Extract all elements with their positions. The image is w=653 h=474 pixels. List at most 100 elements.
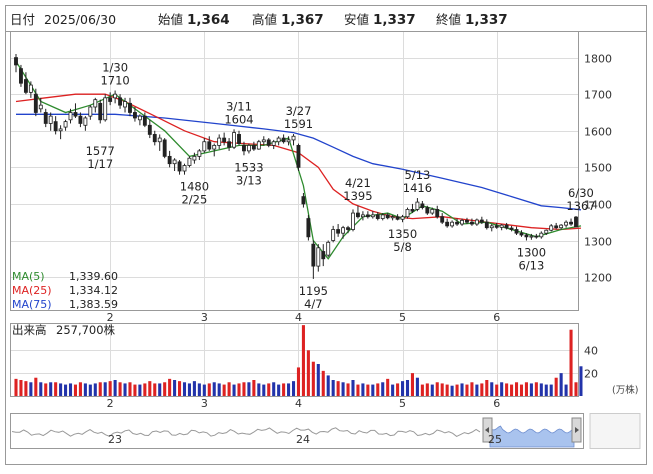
price-tick-label: 1700 [584, 89, 612, 102]
annotation-value: 1533 [234, 160, 263, 174]
volume-bar [287, 383, 291, 396]
candle-body-down [569, 221, 573, 225]
candle [14, 53, 18, 73]
volume-bar [490, 382, 494, 396]
candle [405, 207, 410, 219]
volume-bar [108, 381, 112, 396]
annotation-date: 6/13 [518, 259, 544, 273]
volume-bar [187, 383, 191, 396]
month-tick-label: 3 [201, 397, 208, 410]
candle-body-up [380, 214, 385, 219]
volume-bar [148, 381, 152, 396]
candle-body-down [311, 243, 316, 267]
candle-body-up [544, 229, 549, 234]
candle [217, 134, 222, 150]
volume-bar [247, 382, 251, 396]
volume-tick-label: 40 [584, 345, 598, 358]
candle-body-up [113, 93, 118, 99]
candle-body-down [484, 221, 489, 229]
candle-body-up [58, 128, 63, 132]
volume-tick-label: 20 [584, 368, 598, 381]
open-label: 始値 [158, 12, 183, 27]
annotation-date: 3/11 [226, 99, 252, 113]
candle [88, 105, 93, 120]
volume-bar [396, 383, 400, 396]
candle [261, 136, 266, 146]
volume-bar [524, 382, 528, 396]
candle [474, 218, 479, 226]
volume-bar [371, 384, 375, 396]
candle-body-up [261, 139, 266, 143]
volume-bar [420, 384, 424, 396]
range-navigator[interactable]: 23 24 25 [10, 413, 641, 449]
candle [296, 143, 301, 171]
volume-bar [346, 383, 350, 396]
candle-body-up [212, 144, 217, 150]
candle-body-up [499, 224, 504, 228]
annotation-value: 1416 [403, 181, 432, 195]
high-label: 高値 [252, 12, 277, 27]
annotation-value: 1591 [284, 117, 313, 131]
candle-body-up [360, 214, 365, 218]
month-tick-label: 3 [201, 311, 208, 324]
navigator-selected-area [489, 425, 575, 448]
candle-body-down [554, 225, 559, 229]
candle [291, 134, 296, 146]
candle-body-up [351, 212, 355, 230]
candle [365, 211, 370, 219]
volume-bar [351, 380, 355, 396]
volume-bar [242, 382, 246, 396]
candle [256, 139, 261, 150]
close-value: 1,337 [465, 12, 508, 28]
volume-bar [435, 382, 439, 396]
annotation-value: 1710 [100, 74, 129, 88]
annotation-value: 1604 [224, 112, 253, 126]
candle [48, 112, 53, 131]
candle-body-down [19, 68, 23, 84]
volume-bar [192, 381, 196, 396]
volume-bar [381, 382, 385, 396]
candle-body-up [256, 141, 261, 150]
month-tick-label: 4 [295, 311, 302, 324]
candle-body-up [291, 135, 296, 141]
volume-bar [321, 370, 325, 396]
volume-bar [386, 378, 390, 396]
volume-bar [430, 384, 434, 396]
candle-body-down [494, 225, 499, 228]
candle [187, 156, 192, 168]
candle [326, 240, 331, 257]
candle-body-up [192, 155, 197, 161]
volume-bar [19, 380, 23, 396]
price-tick-label: 1800 [584, 53, 612, 66]
annotation-date: 3/27 [286, 104, 312, 118]
candle-body-down [43, 112, 48, 124]
candle-body-down [524, 234, 529, 238]
candle-body-down [574, 216, 578, 228]
volume-bar [455, 384, 459, 396]
annotation-date: 2/25 [181, 193, 207, 207]
candle [489, 224, 494, 232]
volume-bar [529, 383, 533, 396]
volume-bar [574, 382, 578, 396]
candle [360, 211, 365, 221]
candle [564, 220, 569, 228]
volume-bar [49, 382, 53, 396]
candle-body-down [23, 79, 28, 93]
candle-body-down [296, 144, 301, 168]
ma-legend-value: 1,334.12 [69, 284, 118, 297]
volume-bar [559, 373, 563, 396]
candle-body-down [519, 232, 524, 236]
candle [202, 138, 207, 153]
candle-body-down [375, 214, 380, 219]
volume-value: 257,700株 [56, 323, 116, 337]
candle-body-down [118, 97, 123, 106]
volume-bar [182, 382, 187, 396]
candle-body-down [152, 134, 157, 143]
annotation-date: 4/21 [345, 176, 371, 190]
volume-bar [98, 382, 102, 396]
candle-body-down [207, 141, 212, 150]
candle-body-down [222, 137, 227, 143]
candle [356, 205, 360, 219]
volume-bar [123, 383, 127, 396]
month-tick-label: 4 [295, 397, 302, 410]
